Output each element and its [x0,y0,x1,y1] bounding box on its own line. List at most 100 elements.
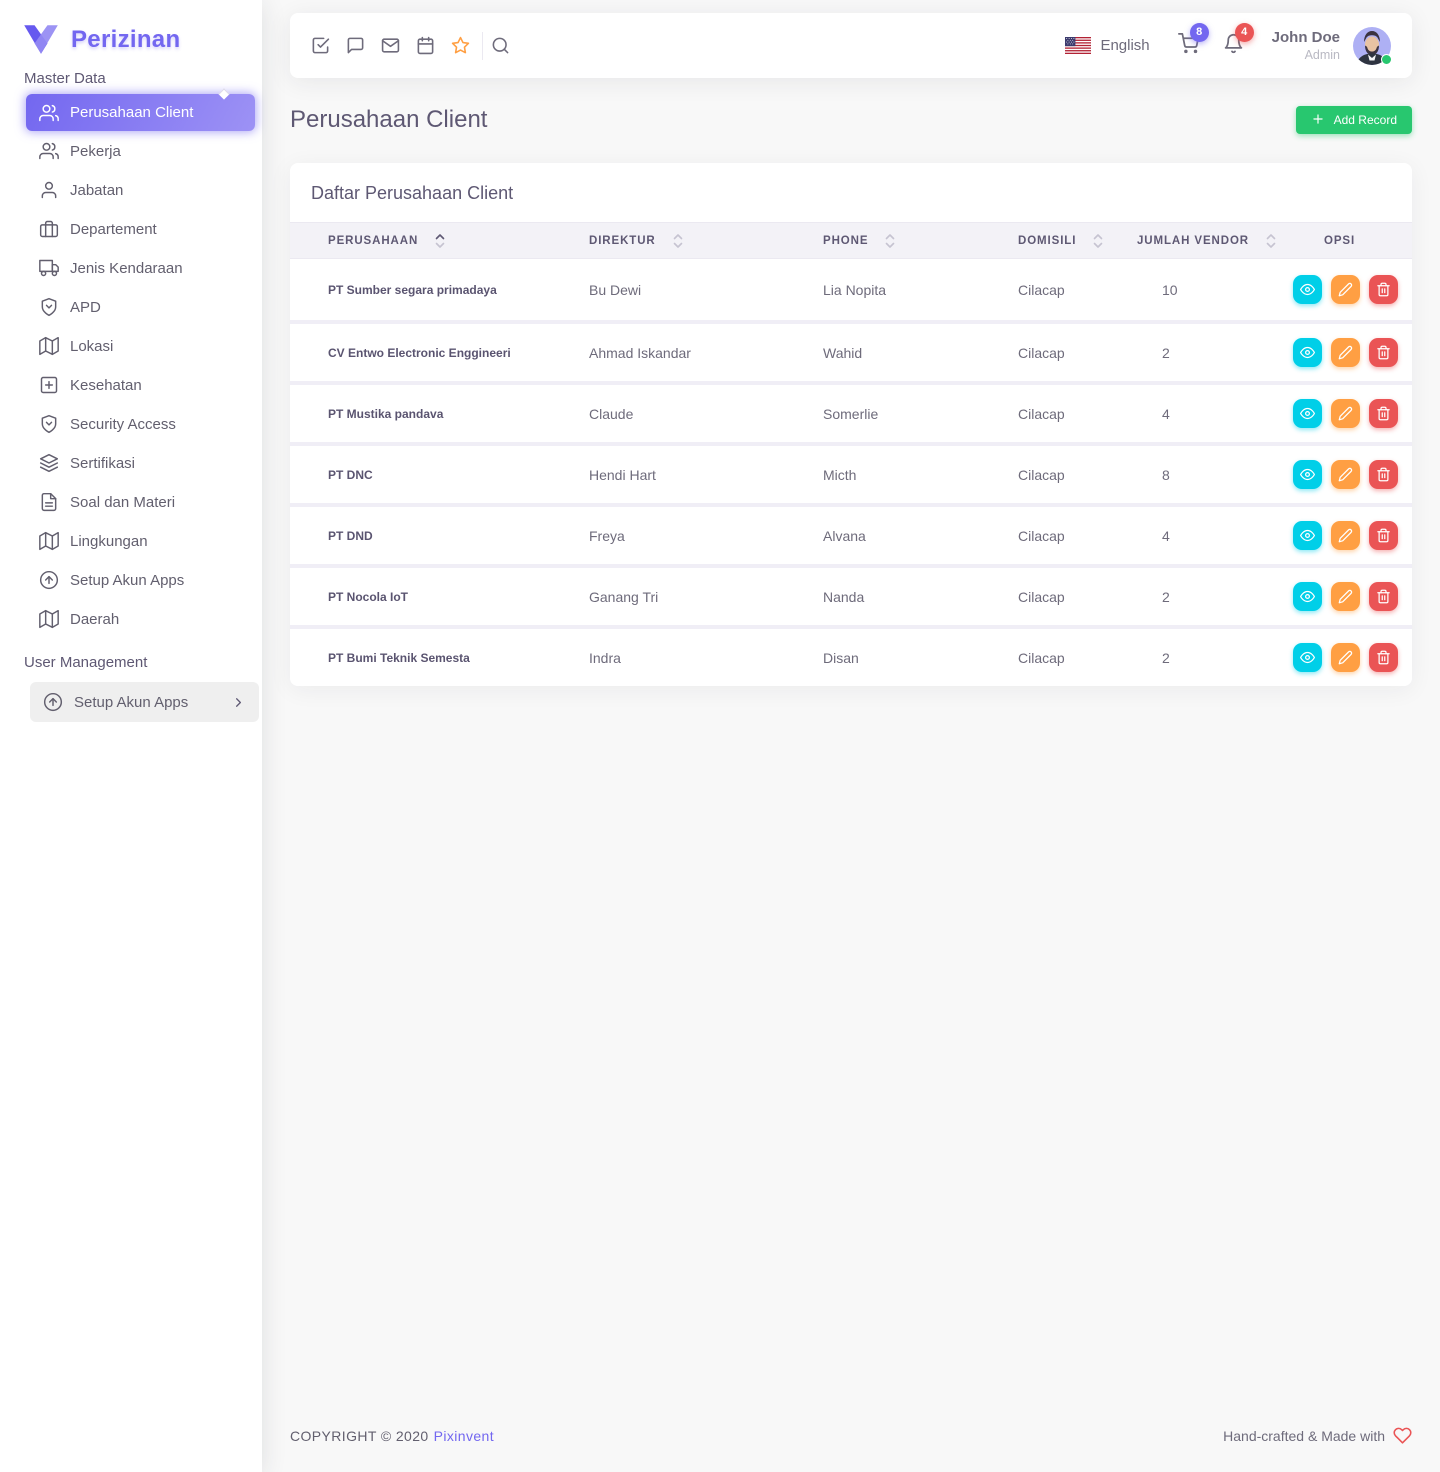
sidebar-item-daerah[interactable]: Daerah [26,600,255,638]
navbar-shortcuts [311,36,470,55]
cell-direktur: Claude [589,406,823,422]
cart-badge: 8 [1190,23,1209,42]
map-icon [39,531,59,551]
column-header-opsi: OPSI [1292,235,1412,247]
cell-domisili: Cilacap [1018,467,1137,483]
view-button[interactable] [1293,399,1322,428]
delete-button[interactable] [1369,643,1398,672]
cell-perusahaan: PT Mustika pandava [290,407,589,421]
us-flag-icon[interactable] [1065,37,1091,54]
cell-direktur: Bu Dewi [589,282,823,298]
menu-section: User Management Setup Akun Apps [0,654,262,722]
menu-section: Master Data Perusahaan Client Pekerja Ja… [0,70,262,639]
view-button[interactable] [1293,521,1322,550]
cell-domisili: Cilacap [1018,282,1137,298]
edit-button[interactable] [1331,338,1360,367]
notifications-button[interactable]: 4 [1223,33,1244,59]
view-button[interactable] [1293,643,1322,672]
table-row: PT Nocola IoT Ganang Tri Nanda Cilacap 2 [290,564,1412,625]
delete-button[interactable] [1369,338,1398,367]
cell-perusahaan: PT Sumber segara primadaya [290,283,589,297]
file-text-icon [39,492,59,512]
edit-button[interactable] [1331,582,1360,611]
delete-button[interactable] [1369,275,1398,304]
check-square-icon[interactable] [311,36,330,55]
sidebar-item-jabatan[interactable]: Jabatan [26,171,255,209]
edit-button[interactable] [1331,643,1360,672]
language-selector[interactable]: English [1100,37,1149,54]
edit-button[interactable] [1331,275,1360,304]
navbar-right: English 8 4 John Doe Admin [1065,27,1391,65]
client-list-card: Daftar Perusahaan Client PERUSAHAANDIREK… [290,163,1412,686]
cell-perusahaan: CV Entwo Electronic Enggineeri [290,346,589,360]
plus-square-icon [39,375,59,395]
chevron-right-icon [231,695,246,710]
sidebar-item-setup-akun-apps[interactable]: Setup Akun Apps [26,561,255,599]
shield-icon [39,414,59,434]
calendar-icon[interactable] [416,36,435,55]
column-header-phone[interactable]: PHONE [823,233,1018,249]
sidebar-item-departement[interactable]: Departement [26,210,255,248]
cell-direktur: Ganang Tri [589,589,823,605]
cell-phone: Somerlie [823,406,1018,422]
cell-perusahaan: PT Nocola IoT [290,590,589,604]
column-header-direktur[interactable]: DIREKTUR [589,233,823,249]
main-area: English 8 4 John Doe Admin [262,0,1440,1472]
brand[interactable]: Perizinan [0,0,262,55]
pixinvent-link[interactable]: Pixinvent [434,1428,494,1444]
table-body: PT Sumber segara primadaya Bu Dewi Lia N… [290,259,1412,686]
column-header-jumlah-vendor[interactable]: JUMLAH VENDOR [1137,233,1292,249]
delete-button[interactable] [1369,399,1398,428]
cell-perusahaan: PT DND [290,529,589,543]
edit-button[interactable] [1331,460,1360,489]
delete-button[interactable] [1369,460,1398,489]
sidebar-item-lingkungan[interactable]: Lingkungan [26,522,255,560]
avatar[interactable] [1353,27,1391,65]
sidebar-item-kesehatan[interactable]: Kesehatan [26,366,255,404]
cell-opsi [1292,643,1412,672]
arrow-up-circle-icon [39,570,59,590]
star-icon[interactable] [451,36,470,55]
cell-direktur: Indra [589,650,823,666]
message-square-icon[interactable] [346,36,365,55]
view-button[interactable] [1293,460,1322,489]
sort-chevrons-icon [1266,233,1276,249]
delete-button[interactable] [1369,582,1398,611]
copyright-text: COPYRIGHT © 2020Pixinvent [290,1428,494,1444]
column-header-perusahaan[interactable]: PERUSAHAAN [290,233,589,249]
cart-button[interactable]: 8 [1178,33,1199,59]
delete-button[interactable] [1369,521,1398,550]
sidebar-item-pekerja[interactable]: Pekerja [26,132,255,170]
menu-section-label: User Management [24,654,238,671]
notification-badge: 4 [1235,23,1254,42]
sidebar-item-perusahaan-client[interactable]: Perusahaan Client [26,94,255,131]
sidebar-item-sertifikasi[interactable]: Sertifikasi [26,444,255,482]
cell-opsi [1292,582,1412,611]
cell-phone: Disan [823,650,1018,666]
column-header-domisili[interactable]: DOMISILI [1018,233,1137,249]
sidebar-item-security-access[interactable]: Security Access [26,405,255,443]
navbar-divider [482,32,483,60]
view-button[interactable] [1293,582,1322,611]
shield-icon [39,297,59,317]
mail-icon[interactable] [381,36,400,55]
user-icon [39,180,59,200]
view-button[interactable] [1293,275,1322,304]
layers-icon [39,453,59,473]
view-button[interactable] [1293,338,1322,367]
column-label: DIREKTUR [589,235,656,247]
cell-opsi [1292,275,1412,304]
search-icon[interactable] [491,36,510,55]
sort-chevrons-icon [885,233,895,249]
sidebar-item-jenis-kendaraan[interactable]: Jenis Kendaraan [26,249,255,287]
sidebar-item-soal-dan-materi[interactable]: Soal dan Materi [26,483,255,521]
footer: COPYRIGHT © 2020Pixinvent Hand-crafted &… [290,1406,1412,1472]
sidebar-item-apd[interactable]: APD [26,288,255,326]
sidebar-item-setup-akun-apps[interactable]: Setup Akun Apps [30,682,259,722]
sidebar-item-lokasi[interactable]: Lokasi [26,327,255,365]
add-record-button[interactable]: Add Record [1296,106,1412,134]
edit-button[interactable] [1331,521,1360,550]
edit-button[interactable] [1331,399,1360,428]
cell-jumlah-vendor: 2 [1137,650,1292,666]
cell-phone: Wahid [823,345,1018,361]
